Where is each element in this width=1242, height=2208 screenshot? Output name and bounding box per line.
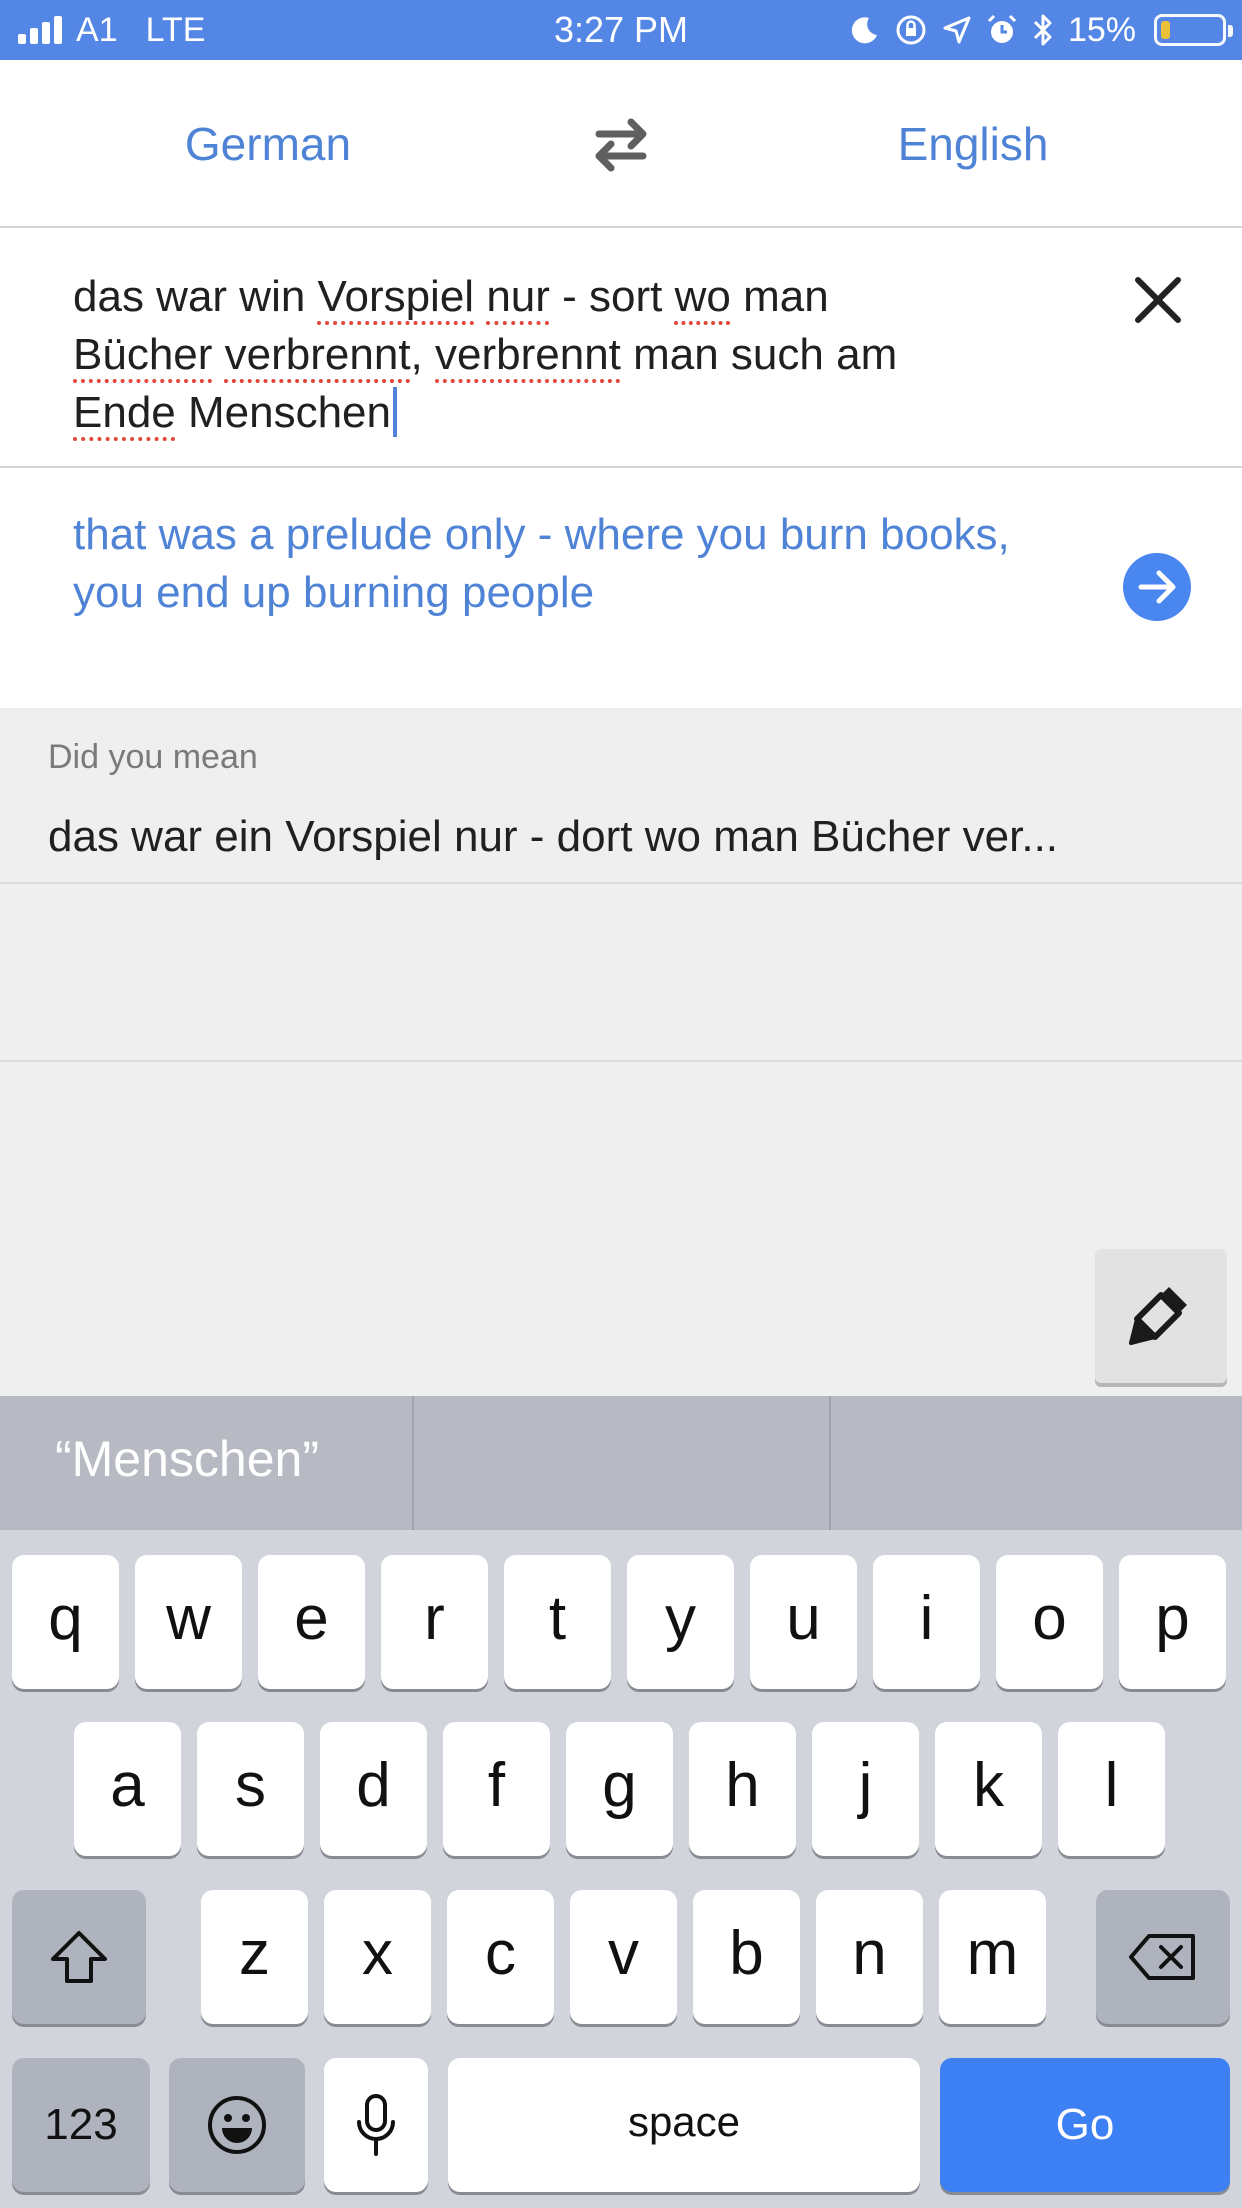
source-input-area[interactable]: das war win Vorspiel nur - sort wo man Bü… xyxy=(0,230,1242,468)
key-d[interactable]: d xyxy=(320,1722,427,1856)
key-v[interactable]: v xyxy=(570,1890,677,2024)
open-translation-button[interactable] xyxy=(1123,553,1191,621)
misspelled-word: verbrennt xyxy=(435,330,621,379)
emoji-icon xyxy=(208,2096,266,2154)
prediction-bar: “Menschen” xyxy=(0,1396,1242,1530)
input-segment: Menschen xyxy=(175,388,391,437)
key-y[interactable]: y xyxy=(627,1555,734,1689)
handwriting-button[interactable] xyxy=(1095,1249,1227,1383)
key-c[interactable]: c xyxy=(447,1890,554,2024)
arrow-right-icon xyxy=(1138,570,1176,604)
key-i[interactable]: i xyxy=(873,1555,980,1689)
key-p[interactable]: p xyxy=(1119,1555,1226,1689)
key-l[interactable]: l xyxy=(1058,1722,1165,1856)
orientation-lock-icon xyxy=(896,15,926,45)
translation-text[interactable]: that was a prelude only - where you burn… xyxy=(73,506,1053,622)
input-segment: , xyxy=(410,330,435,379)
misspelled-word: wo xyxy=(674,272,731,321)
prediction-separator xyxy=(829,1396,831,1530)
alarm-icon xyxy=(987,14,1016,43)
input-segment: - sort xyxy=(549,272,675,321)
close-icon xyxy=(1135,277,1181,323)
language-bar: German English xyxy=(0,60,1242,228)
misspelled-word: verbrennt xyxy=(224,330,411,379)
source-language-button[interactable]: German xyxy=(88,60,448,228)
suggestion-text[interactable]: das war ein Vorspiel nur - dort wo man B… xyxy=(48,812,1198,862)
key-g[interactable]: g xyxy=(566,1722,673,1856)
battery-percent: 15% xyxy=(1067,10,1136,49)
key-b[interactable]: b xyxy=(693,1890,800,2024)
key-w[interactable]: w xyxy=(135,1555,242,1689)
keyboard: qwertyuiop asdfghjkl zxcvbnm 123 space G… xyxy=(0,1530,1242,2208)
key-q[interactable]: q xyxy=(12,1555,119,1689)
microphone-icon xyxy=(357,2094,395,2156)
key-f[interactable]: f xyxy=(443,1722,550,1856)
key-r[interactable]: r xyxy=(381,1555,488,1689)
misspelled-word: nur xyxy=(486,272,550,321)
moon-icon xyxy=(851,17,877,44)
key-k[interactable]: k xyxy=(935,1722,1042,1856)
dictation-key[interactable] xyxy=(324,2058,428,2192)
suggestions-panel: Did you mean das war ein Vorspiel nur - … xyxy=(0,708,1242,1396)
did-you-mean-item[interactable]: Did you mean das war ein Vorspiel nur - … xyxy=(0,708,1242,884)
shift-key[interactable] xyxy=(12,1890,146,2024)
prediction-separator xyxy=(412,1396,414,1530)
target-language-button[interactable]: English xyxy=(793,60,1153,228)
shift-icon xyxy=(51,1931,107,1983)
key-m[interactable]: m xyxy=(939,1890,1046,2024)
location-icon xyxy=(943,16,971,44)
battery-icon xyxy=(1154,14,1233,46)
misspelled-word: Ende xyxy=(73,388,176,437)
input-segment xyxy=(474,272,486,321)
space-key[interactable]: space xyxy=(448,2058,920,2192)
go-key[interactable]: Go xyxy=(940,2058,1230,2192)
input-segment xyxy=(212,330,224,379)
misspelled-word: Bücher xyxy=(73,330,213,379)
key-x[interactable]: x xyxy=(324,1890,431,2024)
key-z[interactable]: z xyxy=(201,1890,308,2024)
key-t[interactable]: t xyxy=(504,1555,611,1689)
key-s[interactable]: s xyxy=(197,1722,304,1856)
key-o[interactable]: o xyxy=(996,1555,1103,1689)
misspelled-word: Vorspiel xyxy=(317,272,475,321)
status-bar: A1 LTE 3:27 PM 15% xyxy=(0,0,1242,60)
swap-arrows-icon xyxy=(595,118,647,172)
bluetooth-icon xyxy=(1033,14,1052,46)
key-a[interactable]: a xyxy=(74,1722,181,1856)
text-caret xyxy=(393,387,397,437)
backspace-icon xyxy=(1129,1934,1195,1980)
key-h[interactable]: h xyxy=(689,1722,796,1856)
emoji-key[interactable] xyxy=(169,2058,305,2192)
numbers-key[interactable]: 123 xyxy=(12,2058,150,2192)
input-segment: das war win xyxy=(73,272,318,321)
battery-fill xyxy=(1161,21,1170,39)
key-j[interactable]: j xyxy=(812,1722,919,1856)
source-text-input[interactable]: das war win Vorspiel nur - sort wo man Bü… xyxy=(73,268,1033,442)
key-u[interactable]: u xyxy=(750,1555,857,1689)
key-n[interactable]: n xyxy=(816,1890,923,2024)
did-you-mean-label: Did you mean xyxy=(48,738,258,776)
key-e[interactable]: e xyxy=(258,1555,365,1689)
swap-languages-button[interactable] xyxy=(585,112,657,176)
input-segment: man xyxy=(730,272,829,321)
pen-icon xyxy=(1129,1287,1187,1345)
divider xyxy=(0,1060,1242,1062)
backspace-key[interactable] xyxy=(1096,1890,1230,2024)
input-segment: man such am xyxy=(620,330,898,379)
prediction-suggestion[interactable]: “Menschen” xyxy=(0,1396,412,1530)
translation-area[interactable]: that was a prelude only - where you burn… xyxy=(0,470,1242,708)
status-right: 15% xyxy=(850,0,1233,60)
clear-input-button[interactable] xyxy=(1128,270,1188,330)
